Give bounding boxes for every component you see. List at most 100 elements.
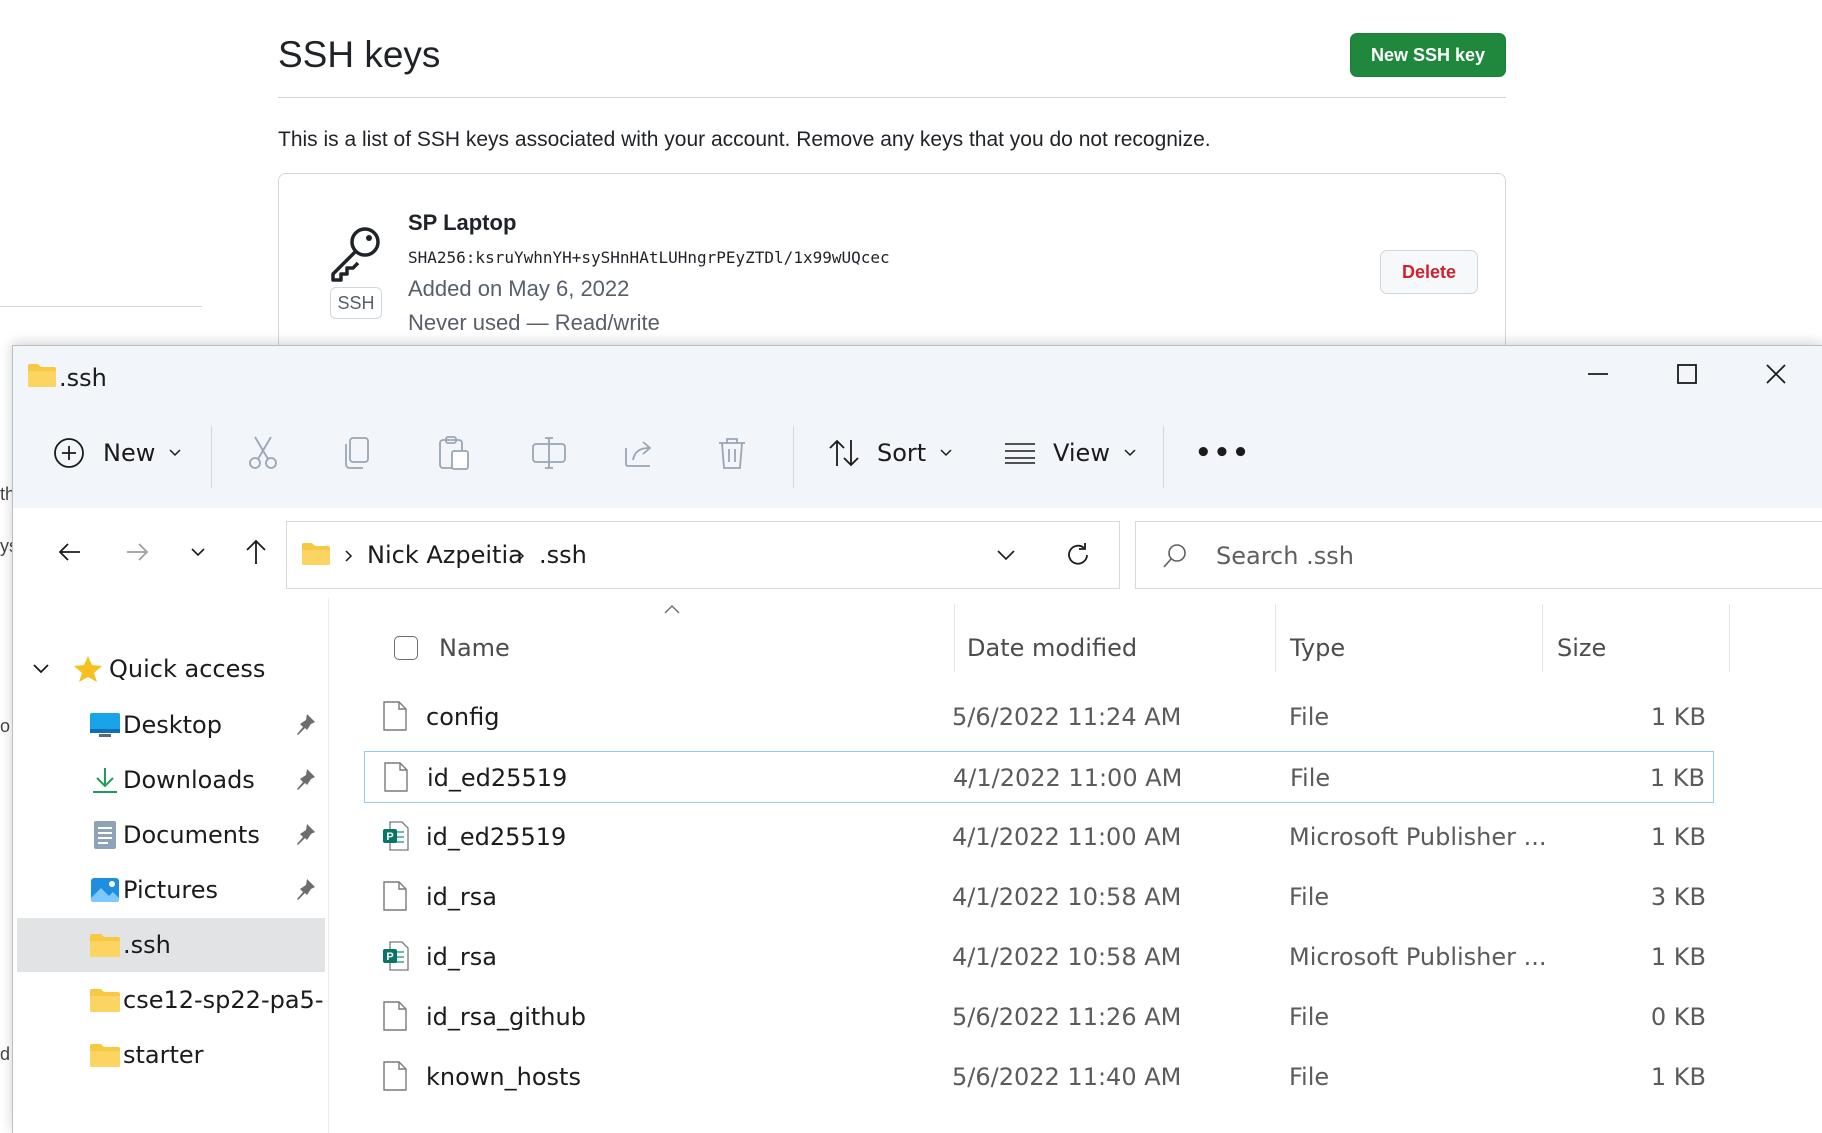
pin-icon[interactable] [295,877,317,901]
sort-icon [829,439,859,467]
downloads-icon [93,768,117,793]
search-input[interactable]: Search .ssh [1135,521,1822,589]
delete-ssh-key-button[interactable]: Delete [1380,250,1478,294]
folder-icon [90,934,120,957]
pin-icon[interactable] [295,712,317,736]
ssh-keys-description: This is a list of SSH keys associated wi… [278,128,1211,151]
column-header-size[interactable]: Size [1557,634,1606,662]
file-name: id_rsa [426,883,497,911]
file-name: id_rsa_github [426,1003,586,1031]
nav-item-pictures[interactable]: Pictures [17,863,325,917]
sidebar-divider [0,306,202,307]
minimize-button[interactable] [1554,346,1642,402]
file-row[interactable]: config 5/6/2022 11:24 AM File 1 KB [364,691,1714,743]
minimize-icon [1588,373,1608,375]
rename-button[interactable] [531,414,567,492]
file-icon [383,1001,407,1031]
nav-label: .ssh [123,931,171,959]
new-button[interactable]: New [53,414,181,492]
nav-item-cse12-folder[interactable]: cse12-sp22-pa5-Ha [17,973,325,1027]
share-button[interactable] [623,414,657,492]
paste-icon [439,436,469,470]
delete-button[interactable] [717,414,747,492]
new-ssh-key-button[interactable]: New SSH key [1350,33,1506,77]
page-title: SSH keys [278,34,441,75]
column-header-date[interactable]: Date modified [967,634,1137,662]
refresh-icon[interactable] [1065,542,1091,568]
up-button[interactable] [231,524,281,580]
edge-text-fragment: d [0,1044,11,1064]
file-date-modified: 4/1/2022 11:00 AM [953,764,1183,792]
paste-button[interactable] [438,414,470,492]
select-all-checkbox[interactable] [394,636,418,660]
file-date-modified: 4/1/2022 10:58 AM [952,943,1182,971]
column-header-type[interactable]: Type [1290,634,1345,662]
file-date-modified: 4/1/2022 10:58 AM [952,883,1182,911]
trash-icon [719,438,745,469]
chevron-down-icon [1124,449,1136,457]
file-size: 1 KB [1650,943,1706,971]
nav-quick-access[interactable]: Quick access [17,642,325,696]
file-type-icon [382,700,408,737]
file-icon [383,1061,407,1091]
file-date-modified: 5/6/2022 11:26 AM [952,1003,1182,1031]
back-button[interactable] [45,524,95,580]
nav-item-starter[interactable]: starter [17,1028,325,1082]
maximize-button[interactable] [1643,346,1731,402]
file-size: 1 KB [1650,1063,1706,1091]
column-header-name[interactable]: Name [439,634,510,662]
file-type: Microsoft Publisher ... [1289,943,1547,971]
file-type: File [1289,703,1330,731]
arrow-right-icon [127,543,149,561]
more-icon: ••• [1195,438,1251,468]
view-button[interactable]: View [1003,414,1136,492]
column-divider[interactable] [1542,604,1543,672]
column-divider[interactable] [1275,604,1276,672]
close-button[interactable] [1732,346,1820,402]
file-row[interactable]: Pid_ed25519 4/1/2022 11:00 AM Microsoft Pu… [364,811,1714,863]
nav-item-desktop[interactable]: Desktop [17,698,325,752]
file-row[interactable]: id_rsa 4/1/2022 10:58 AM File 3 KB [364,871,1714,923]
divider [278,97,1506,98]
view-list-icon [1005,443,1035,464]
recent-locations-button[interactable] [173,524,223,580]
file-row[interactable]: id_rsa_github 5/6/2022 11:26 AM File 0 KB [364,991,1714,1043]
copy-icon [345,437,369,469]
pin-icon[interactable] [295,822,317,846]
file-name: id_ed25519 [426,823,567,851]
nav-item-ssh[interactable]: .ssh [17,918,325,972]
chevron-right-icon [517,550,525,562]
new-label: New [103,439,156,467]
sort-button[interactable]: Sort [827,414,952,492]
file-row[interactable]: Pid_rsa 4/1/2022 10:58 AM Microsoft Publis… [364,931,1714,983]
file-row[interactable]: id_ed25519 4/1/2022 11:00 AM File 1 KB [364,751,1714,803]
forward-button[interactable] [112,524,162,580]
column-divider[interactable] [954,604,955,672]
file-date-modified: 5/6/2022 11:24 AM [952,703,1182,731]
address-bar[interactable]: Nick Azpeitia .ssh [286,521,1120,589]
pin-icon[interactable] [295,767,317,791]
toolbar-divider [793,426,794,488]
file-type: File [1289,1063,1330,1091]
nav-label: Downloads [123,766,255,794]
breadcrumb-item[interactable]: Nick Azpeitia [367,541,523,569]
nav-item-downloads[interactable]: Downloads [17,753,325,807]
chevron-down-icon[interactable] [997,550,1015,561]
nav-label: Quick access [109,655,266,683]
file-row[interactable]: known_hosts 5/6/2022 11:40 AM File 1 KB [364,1051,1714,1103]
column-divider[interactable] [1729,604,1730,672]
file-size: 1 KB [1650,703,1706,731]
publisher-icon: P [383,941,409,971]
view-label: View [1053,439,1110,467]
copy-button[interactable] [343,414,371,492]
rename-icon [532,437,566,469]
edge-text-fragment: o [0,716,11,736]
documents-icon [94,821,116,849]
breadcrumb-item[interactable]: .ssh [539,541,587,569]
file-type-icon [382,1060,408,1097]
cut-button[interactable] [247,414,279,492]
folder-icon [90,989,120,1012]
chevron-down-icon [191,547,205,556]
more-options-button[interactable]: ••• [1195,414,1251,492]
nav-item-documents[interactable]: Documents [17,808,325,862]
